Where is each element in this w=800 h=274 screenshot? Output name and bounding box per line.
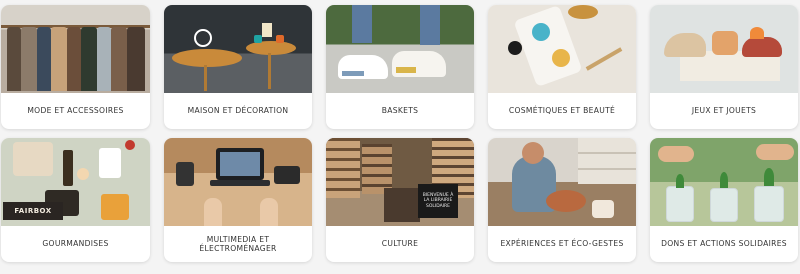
category-label: MAISON ET DÉCORATION	[187, 106, 289, 116]
category-card-multimedia[interactable]: MULTIMEDIA ET ÉLECTROMÉNAGER	[164, 138, 312, 262]
category-card-culture[interactable]: BIENVENUE À LA LIBRAIRIE SOLIDAIRE CULTU…	[326, 138, 474, 262]
category-image-multimedia	[164, 138, 312, 226]
category-image-gourmandises: FAIRBOX	[1, 138, 150, 226]
librairie-sign: BIENVENUE À LA LIBRAIRIE SOLIDAIRE	[418, 184, 458, 218]
category-label: EXPÉRIENCES ET ÉCO-GESTES	[500, 239, 624, 249]
category-image-experiences	[488, 138, 636, 226]
category-card-baskets[interactable]: BASKETS	[326, 5, 474, 129]
category-card-maison[interactable]: MAISON ET DÉCORATION	[164, 5, 312, 129]
category-label: MODE ET ACCESSOIRES	[27, 106, 124, 116]
category-grid: MODE ET ACCESSOIRES MAISON ET DÉCORATION…	[0, 5, 800, 262]
category-label: MULTIMEDIA ET ÉLECTROMÉNAGER	[164, 226, 312, 262]
category-image-culture: BIENVENUE À LA LIBRAIRIE SOLIDAIRE	[326, 138, 474, 226]
category-image-dons	[650, 138, 798, 226]
category-image-maison	[164, 5, 312, 93]
category-card-mode[interactable]: MODE ET ACCESSOIRES	[1, 5, 150, 129]
category-label: GOURMANDISES	[42, 239, 109, 249]
category-card-cosmetiques[interactable]: COSMÉTIQUES ET BEAUTÉ	[488, 5, 636, 129]
category-label-line2: ÉLECTROMÉNAGER	[199, 244, 277, 253]
category-image-cosmetiques	[488, 5, 636, 93]
category-image-jeux	[650, 5, 798, 93]
category-label: DONS ET ACTIONS SOLIDAIRES	[661, 239, 787, 249]
category-card-experiences[interactable]: EXPÉRIENCES ET ÉCO-GESTES	[488, 138, 636, 262]
category-card-gourmandises[interactable]: FAIRBOX GOURMANDISES	[1, 138, 150, 262]
category-label: COSMÉTIQUES ET BEAUTÉ	[508, 106, 616, 116]
category-label: JEUX ET JOUETS	[691, 106, 757, 116]
fairbox-sign: FAIRBOX	[3, 202, 63, 220]
category-label-line1: MULTIMEDIA ET	[206, 234, 270, 244]
category-image-baskets	[326, 5, 474, 93]
category-image-mode	[1, 5, 150, 93]
category-label: BASKETS	[381, 106, 419, 116]
category-card-jeux[interactable]: JEUX ET JOUETS	[650, 5, 798, 129]
category-card-dons[interactable]: DONS ET ACTIONS SOLIDAIRES	[650, 138, 798, 262]
category-label: CULTURE	[381, 239, 419, 249]
